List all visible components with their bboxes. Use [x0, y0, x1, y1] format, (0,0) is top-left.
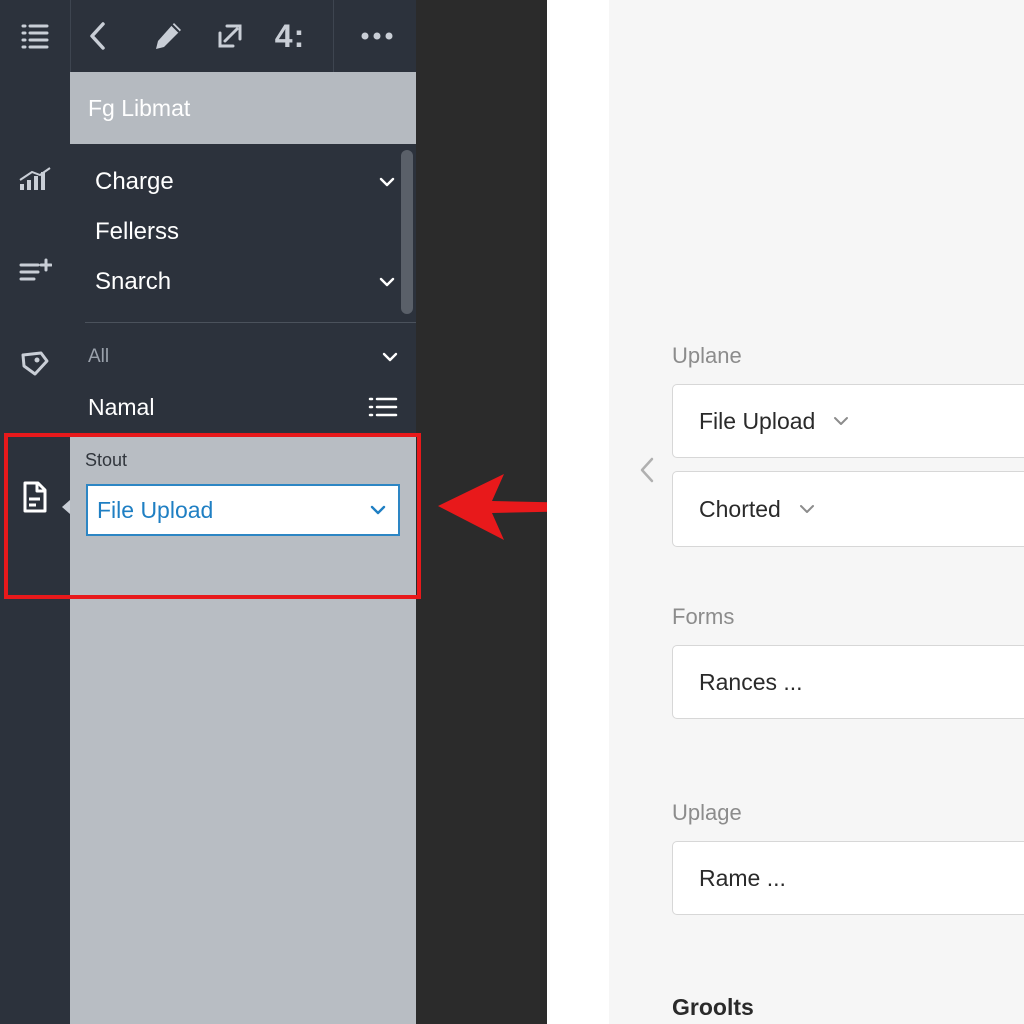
view-row[interactable]: Namal: [88, 390, 398, 424]
pencil-icon[interactable]: [146, 0, 190, 72]
counter-text: 4:: [274, 17, 306, 54]
section-title: Groolts: [672, 994, 754, 1020]
group-label-uplane: Uplane: [672, 343, 742, 368]
highlight-box: [4, 433, 421, 599]
tag-icon[interactable]: [14, 342, 56, 384]
add-list-icon[interactable]: [14, 250, 56, 292]
filter-dropdown[interactable]: All: [88, 342, 398, 372]
chevron-down-icon: [382, 352, 398, 362]
expand-icon[interactable]: [208, 0, 252, 72]
toolbar-divider: [70, 0, 71, 72]
group-label-forms: Forms: [672, 604, 735, 629]
dropdown-value: File Upload: [699, 407, 816, 434]
toolbar-divider: [333, 0, 334, 72]
group-label-uplage: Uplage: [672, 800, 742, 825]
menu-item-label: Fellerss: [95, 218, 180, 245]
menu-item-fellerss[interactable]: Fellerss: [95, 214, 395, 250]
dropdown-value: Chorted: [699, 495, 781, 522]
more-icon[interactable]: [354, 0, 400, 72]
counter-label: 4:: [268, 0, 312, 72]
chevron-down-icon: [834, 417, 849, 425]
list-view-icon[interactable]: [368, 395, 398, 419]
back-chevron-icon[interactable]: [76, 0, 120, 72]
chevron-down-icon: [379, 177, 395, 187]
view-label: Namal: [88, 393, 155, 420]
panel-menu: Charge Fellerss Snarch All Namal: [70, 144, 416, 436]
collapse-chevron-icon[interactable]: [638, 456, 656, 484]
signal-chart-icon[interactable]: [14, 158, 56, 200]
rame-field[interactable]: Rame ...: [672, 841, 1024, 915]
menu-scrollbar[interactable]: [401, 150, 413, 314]
file-upload-dropdown[interactable]: File Upload: [672, 384, 1024, 458]
panel-gutter: [547, 0, 609, 1024]
menu-divider: [85, 322, 416, 323]
menu-item-label: Charge: [95, 168, 174, 195]
field-value: Rances ...: [699, 668, 803, 695]
filter-label: All: [88, 346, 110, 367]
menu-item-snarch[interactable]: Snarch: [95, 264, 395, 300]
chorted-dropdown[interactable]: Chorted: [672, 471, 1024, 547]
rances-field[interactable]: Rances ...: [672, 645, 1024, 719]
menu-item-label: Snarch: [95, 268, 172, 295]
list-icon[interactable]: [12, 0, 58, 72]
top-toolbar: 4:: [0, 0, 416, 72]
panel-title: Fg Libmat: [70, 72, 416, 144]
menu-item-charge[interactable]: Charge: [95, 164, 395, 200]
chevron-down-icon: [379, 277, 395, 287]
chevron-down-icon: [799, 505, 814, 513]
field-value: Rame ...: [699, 864, 786, 891]
